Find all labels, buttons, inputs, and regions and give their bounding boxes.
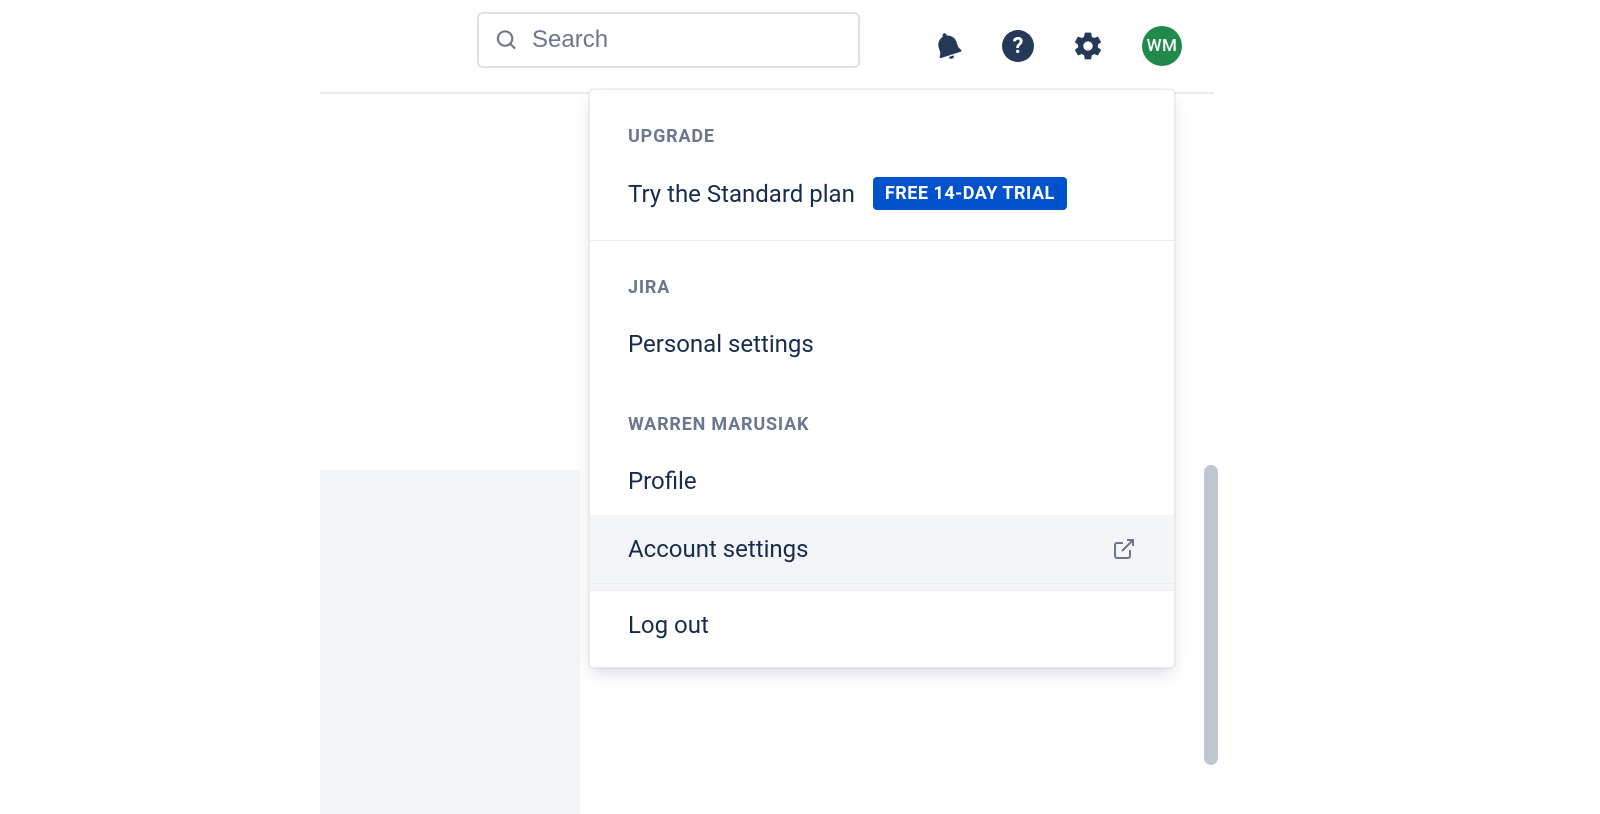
topbar-icons: ? WM — [932, 26, 1182, 66]
bell-icon — [932, 30, 964, 62]
avatar-initials: WM — [1147, 36, 1178, 56]
notifications-button[interactable] — [932, 30, 964, 62]
user-menu-dropdown: UPGRADE Try the Standard plan FREE 14-DA… — [589, 89, 1175, 668]
profile-label: Profile — [628, 467, 697, 495]
upgrade-label: Try the Standard plan — [628, 180, 855, 208]
scrollbar[interactable] — [1204, 465, 1218, 765]
external-link-icon — [1112, 537, 1136, 561]
help-button[interactable]: ? — [1002, 30, 1034, 62]
divider — [590, 583, 1174, 591]
trial-badge: FREE 14-DAY TRIAL — [873, 177, 1067, 210]
try-standard-plan-item[interactable]: Try the Standard plan FREE 14-DAY TRIAL — [590, 159, 1174, 240]
logout-label: Log out — [628, 611, 709, 639]
avatar[interactable]: WM — [1142, 26, 1182, 66]
side-panel — [320, 470, 580, 814]
jira-section-header: JIRA — [590, 241, 1174, 310]
search-input[interactable] — [532, 26, 842, 54]
upgrade-section-header: UPGRADE — [590, 90, 1174, 159]
help-icon: ? — [1002, 30, 1034, 62]
topbar: ? WM — [0, 0, 1600, 92]
personal-settings-item[interactable]: Personal settings — [590, 310, 1174, 378]
account-settings-label: Account settings — [628, 535, 809, 563]
personal-settings-label: Personal settings — [628, 330, 814, 358]
gear-icon — [1072, 30, 1104, 62]
settings-button[interactable] — [1072, 30, 1104, 62]
search-icon — [495, 28, 518, 52]
search-box[interactable] — [477, 12, 860, 68]
logout-item[interactable]: Log out — [590, 591, 1174, 659]
profile-item[interactable]: Profile — [590, 447, 1174, 515]
user-section-header: WARREN MARUSIAK — [590, 378, 1174, 447]
scrollbar-thumb[interactable] — [1204, 465, 1218, 765]
account-settings-item[interactable]: Account settings — [590, 515, 1174, 583]
